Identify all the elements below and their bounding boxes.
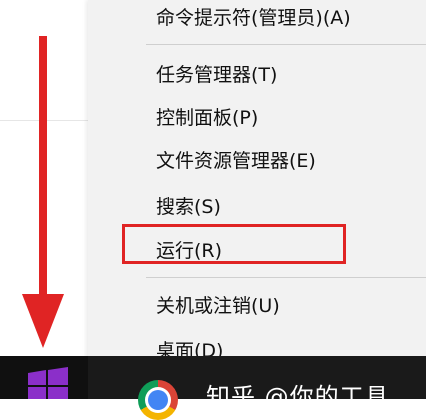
menu-item-command-prompt-admin[interactable]: 命令提示符(管理员)(A): [156, 6, 351, 30]
menu-item-shutdown-signout[interactable]: 关机或注销(U): [156, 294, 280, 318]
menu-item-file-explorer[interactable]: 文件资源管理器(E): [156, 149, 316, 173]
windows-logo-icon: [28, 367, 68, 399]
context-menu: 命令提示符(管理员)(A) 任务管理器(T) 控制面板(P) 文件资源管理器(E…: [88, 0, 426, 376]
menu-item-task-manager[interactable]: 任务管理器(T): [156, 63, 277, 87]
menu-separator: [146, 44, 426, 45]
menu-separator: [146, 277, 426, 278]
run-highlight-annotation: [122, 224, 346, 264]
menu-item-control-panel[interactable]: 控制面板(P): [156, 106, 258, 130]
watermark-text: 知乎 @你的工具: [206, 383, 390, 411]
menu-item-search[interactable]: 搜索(S): [156, 195, 221, 219]
red-arrow-annotation-icon: [22, 36, 64, 348]
chrome-icon[interactable]: [138, 380, 178, 420]
